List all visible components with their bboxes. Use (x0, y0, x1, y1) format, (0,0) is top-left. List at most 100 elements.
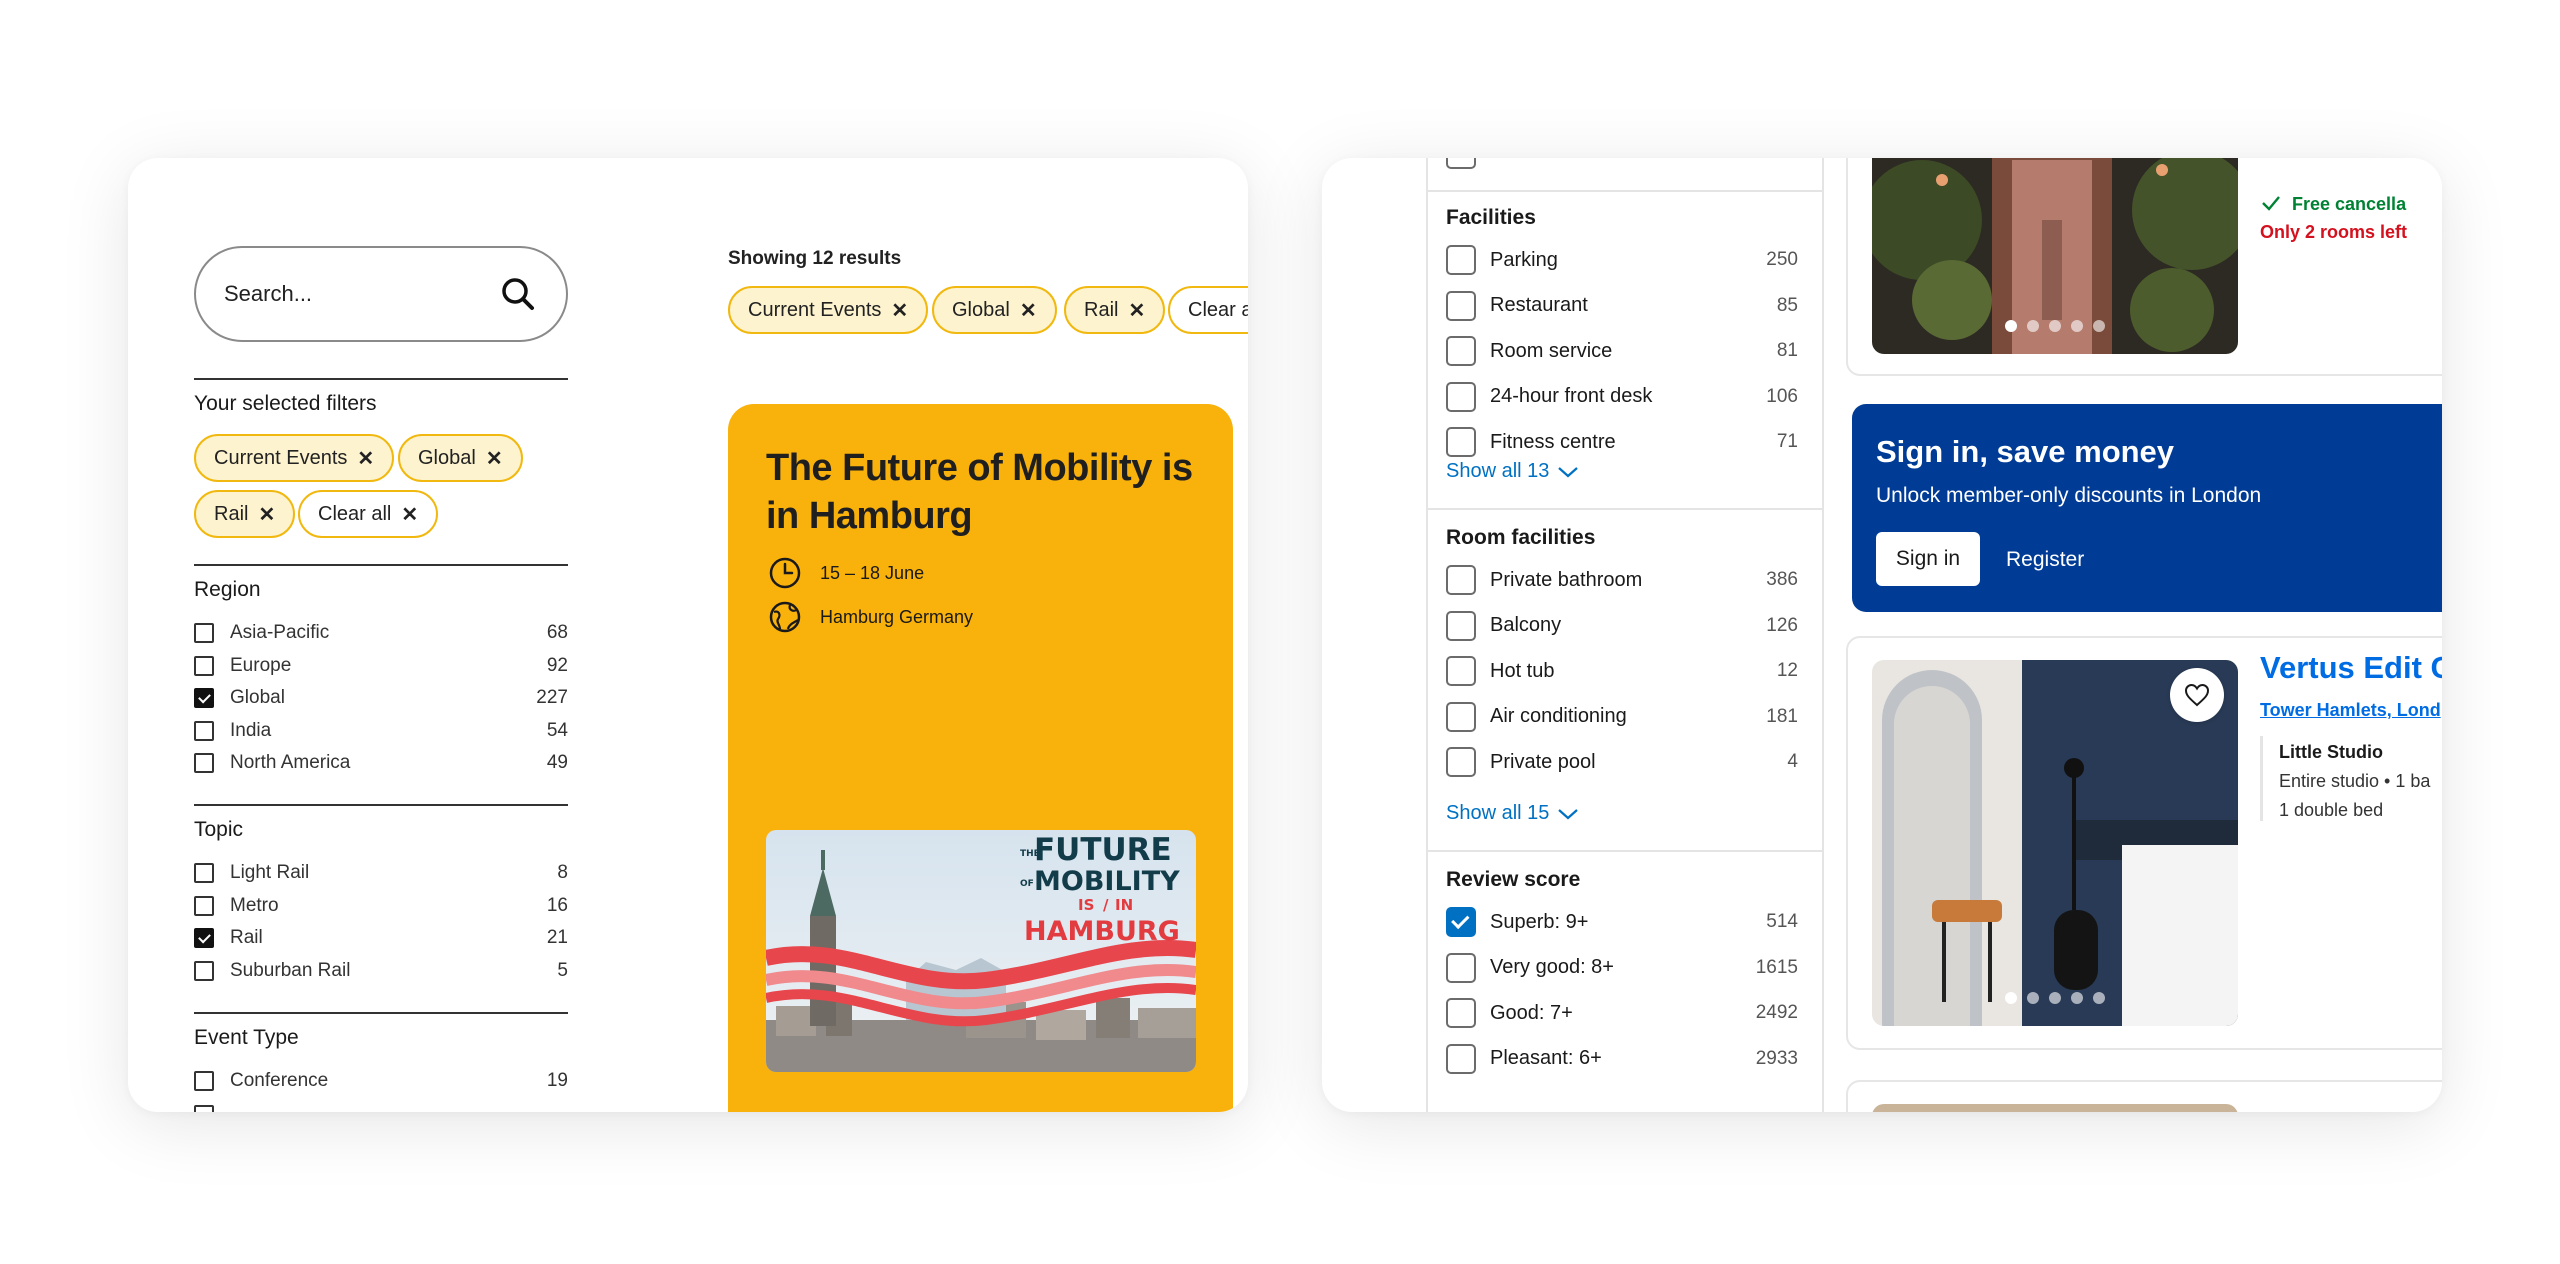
checkbox[interactable] (1446, 952, 1476, 983)
result-chip-global[interactable]: Global ✕ (932, 286, 1057, 334)
property-card[interactable] (1846, 1080, 2442, 1112)
region-option[interactable]: Asia-Pacific 68 (194, 618, 568, 648)
checkbox[interactable] (194, 623, 214, 643)
event-poster-image[interactable]: THE FUTURE OF MOBILITY IS / IN HAMBURG (766, 830, 1196, 1072)
checkbox[interactable] (194, 688, 214, 708)
hotel-name-link[interactable]: Vertus Edit C (2260, 650, 2442, 686)
close-icon[interactable]: ✕ (401, 502, 418, 527)
topic-option[interactable]: Rail 21 (194, 923, 568, 953)
carousel-dot[interactable] (2093, 320, 2105, 332)
close-icon[interactable]: ✕ (891, 298, 908, 323)
checkbox[interactable] (194, 1071, 214, 1091)
review-score-option[interactable]: Good: 7+ 2492 (1446, 997, 1798, 1029)
result-chip-rail[interactable]: Rail ✕ (1064, 286, 1166, 334)
register-link[interactable]: Register (2006, 548, 2084, 572)
event-card[interactable]: The Future of Mobility is in Hamburg 15 … (728, 404, 1233, 1112)
checkbox[interactable] (194, 1105, 214, 1112)
facility-option[interactable]: Fitness centre 71 (1446, 426, 1798, 458)
checkbox[interactable] (1446, 656, 1476, 686)
checkbox[interactable] (194, 895, 214, 916)
carousel-dot[interactable] (2071, 992, 2083, 1004)
signin-button[interactable]: Sign in (1876, 532, 1980, 586)
review-score-option[interactable]: Superb: 9+ 514 (1446, 906, 1798, 938)
search-icon[interactable] (498, 274, 538, 314)
hotel-location-link[interactable]: Tower Hamlets, Lond (2260, 700, 2441, 721)
checkbox[interactable] (1446, 336, 1476, 366)
facility-option[interactable]: 24-hour front desk 106 (1446, 381, 1798, 413)
carousel-dot[interactable] (2093, 992, 2105, 1004)
region-option[interactable]: India 54 (194, 716, 568, 746)
save-favorite-button[interactable] (2170, 668, 2224, 722)
selected-chip-rail[interactable]: Rail ✕ (194, 490, 296, 538)
carousel-dot[interactable] (2005, 320, 2017, 332)
result-chip-current-events[interactable]: Current Events ✕ (728, 286, 929, 334)
checkbox[interactable] (1446, 998, 1476, 1028)
checkbox[interactable] (1446, 701, 1476, 732)
topic-option[interactable]: Metro 16 (194, 891, 568, 921)
region-option[interactable]: Global 227 (194, 683, 568, 713)
room-facility-option[interactable]: Private bathroom 386 (1446, 564, 1798, 596)
carousel-dots[interactable] (1872, 992, 2238, 1004)
checkbox[interactable] (194, 753, 214, 773)
carousel-dot[interactable] (2071, 320, 2083, 332)
checkbox[interactable] (1446, 427, 1476, 457)
option-label: Conference (230, 1070, 329, 1091)
carousel-dot[interactable] (2005, 992, 2017, 1004)
checkbox[interactable] (1446, 290, 1476, 321)
checkbox[interactable] (194, 720, 214, 741)
topic-option[interactable]: Suburban Rail 5 (194, 956, 568, 986)
result-clear-all-chip[interactable]: Clear a (1168, 286, 1248, 334)
carousel-dot[interactable] (2049, 992, 2061, 1004)
property-card[interactable]: Free cancella Only 2 rooms left (1846, 158, 2442, 376)
close-icon[interactable]: ✕ (1128, 298, 1145, 323)
option-label: Europe (230, 654, 292, 676)
room-facility-option[interactable]: Balcony 126 (1446, 610, 1798, 642)
property-photo[interactable] (1872, 660, 2238, 1026)
selected-chip-current-events[interactable]: Current Events ✕ (194, 434, 395, 482)
checkbox[interactable] (194, 655, 214, 676)
property-card[interactable]: Vertus Edit C Tower Hamlets, Lond Little… (1846, 636, 2442, 1050)
region-option[interactable]: North America 49 (194, 748, 568, 778)
event-type-option[interactable]: Conference 19 (194, 1066, 568, 1096)
region-heading: Region (194, 578, 261, 601)
facility-option[interactable]: Parking 250 (1446, 244, 1798, 276)
property-photo[interactable] (1872, 1104, 2238, 1112)
room-type: Little Studio (2279, 742, 2383, 762)
room-facility-option[interactable]: Hot tub 12 (1446, 655, 1798, 687)
carousel-dot[interactable] (2027, 320, 2039, 332)
selected-chip-global[interactable]: Global ✕ (398, 434, 523, 482)
checkbox[interactable] (1446, 907, 1476, 937)
checkbox[interactable] (1446, 565, 1476, 595)
search-input[interactable]: Search... (194, 246, 568, 342)
option-count: 81 (1776, 340, 1798, 361)
event-title[interactable]: The Future of Mobility is in Hamburg (766, 444, 1216, 540)
checkbox[interactable] (1446, 1043, 1476, 1074)
carousel-dot[interactable] (2027, 992, 2039, 1004)
topic-option[interactable]: Light Rail 8 (194, 858, 568, 888)
facility-option[interactable]: Room service 81 (1446, 335, 1798, 367)
carousel-dots[interactable] (1872, 320, 2238, 332)
close-icon[interactable]: ✕ (258, 502, 275, 527)
facility-option[interactable]: Restaurant 85 (1446, 290, 1798, 322)
review-score-option[interactable]: Pleasant: 6+ 2933 (1446, 1043, 1798, 1075)
checkbox[interactable] (1446, 747, 1476, 777)
show-all-room-facilities-link[interactable]: Show all 15 (1446, 802, 1579, 825)
checkbox[interactable] (1446, 381, 1476, 412)
close-icon[interactable]: ✕ (486, 446, 503, 471)
property-photo[interactable] (1872, 158, 2238, 354)
checkbox[interactable] (1446, 158, 1476, 169)
checkbox[interactable] (1446, 245, 1476, 275)
review-score-option[interactable]: Very good: 8+ 1615 (1446, 952, 1798, 984)
room-facility-option[interactable]: Air conditioning 181 (1446, 701, 1798, 733)
room-facility-option[interactable]: Private pool 4 (1446, 746, 1798, 778)
close-icon[interactable]: ✕ (357, 446, 374, 471)
checkbox[interactable] (194, 960, 214, 981)
close-icon[interactable]: ✕ (1020, 298, 1037, 323)
clear-all-chip[interactable]: Clear all ✕ (298, 490, 439, 538)
region-option[interactable]: Europe 92 (194, 651, 568, 681)
checkbox[interactable] (1446, 610, 1476, 641)
show-all-facilities-link[interactable]: Show all 13 (1446, 460, 1579, 483)
carousel-dot[interactable] (2049, 320, 2061, 332)
checkbox[interactable] (194, 928, 214, 948)
checkbox[interactable] (194, 863, 214, 883)
